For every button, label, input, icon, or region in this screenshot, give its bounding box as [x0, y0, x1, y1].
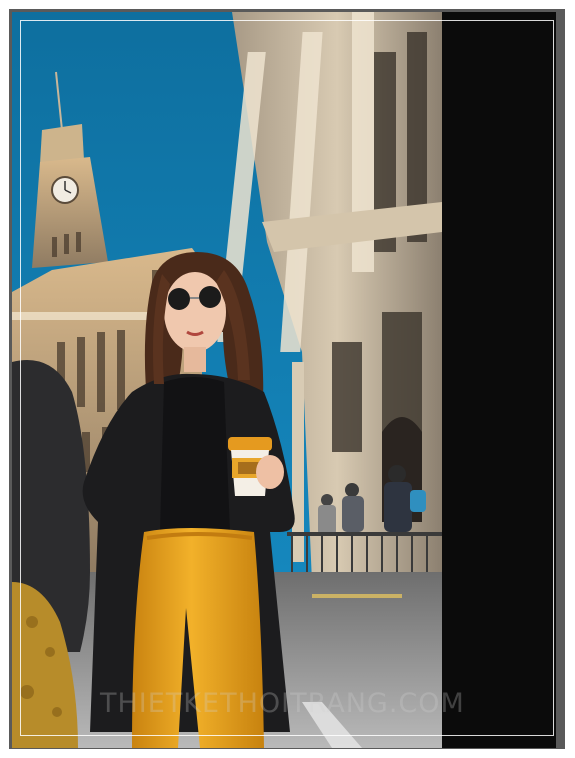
- watermark-text: THIETKETHOITRANG.COM: [100, 688, 465, 719]
- hand: [256, 455, 284, 489]
- face: [164, 272, 226, 352]
- dark-side-panel: [442, 12, 556, 748]
- photo-illustration: [12, 12, 442, 748]
- street-fashion-photo: [12, 12, 442, 748]
